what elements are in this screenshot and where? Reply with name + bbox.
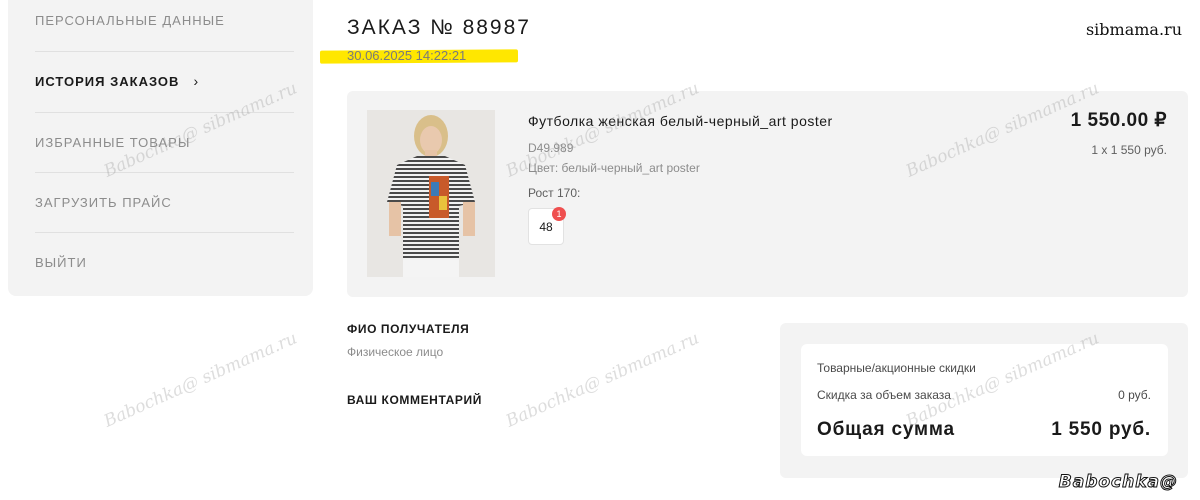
volume-discount-row: Скидка за объем заказа 0 руб.: [817, 388, 1151, 402]
order-title: ЗАКАЗ № 88987: [347, 16, 531, 39]
product-sku: D49.989: [528, 141, 574, 155]
volume-discount-value: 0 руб.: [1118, 388, 1151, 402]
discounts-row: Товарные/акционные скидки: [817, 361, 1151, 375]
total-row: Общая сумма 1 550 руб.: [817, 419, 1151, 441]
sidebar-item-label: ИСТОРИЯ ЗАКАЗОВ: [35, 73, 180, 89]
recipient-value: Физическое лицо: [347, 345, 444, 359]
size-quantity-badge: 1: [552, 207, 566, 221]
sidebar-item-label: ПЕРСОНАЛЬНЫЕ ДАННЫЕ: [35, 12, 225, 28]
sidebar-item-upload-price[interactable]: ЗАГРУЗИТЬ ПРАЙС: [35, 172, 285, 232]
total-value: 1 550 руб.: [1051, 419, 1151, 440]
product-height-label: Рост 170:: [528, 186, 581, 200]
order-summary-card: Товарные/акционные скидки Скидка за объе…: [801, 344, 1168, 456]
size-value: 48: [539, 219, 553, 234]
product-photo-illustration: [367, 110, 495, 277]
sidebar-item-favorites[interactable]: ИЗБРАННЫЕ ТОВАРЫ: [35, 112, 285, 172]
sidebar-item-logout[interactable]: ВЫЙТИ: [35, 232, 285, 292]
sidebar-item-personal-data[interactable]: ПЕРСОНАЛЬНЫЕ ДАННЫЕ: [35, 0, 285, 50]
sidebar-item-label: ЗАГРУЗИТЬ ПРАЙС: [35, 194, 172, 210]
product-color: Цвет: белый-черный_art poster: [528, 161, 700, 175]
site-watermark: sibmama.ru: [1085, 20, 1182, 39]
volume-discount-label: Скидка за объем заказа: [817, 388, 951, 402]
discounts-label: Товарные/акционные скидки: [817, 361, 976, 375]
product-name[interactable]: Футболка женская белый-черный_art poster: [528, 113, 833, 129]
order-date: 30.06.2025 14:22:21: [347, 48, 467, 63]
product-image[interactable]: [367, 110, 495, 277]
sidebar-item-order-history[interactable]: ИСТОРИЯ ЗАКАЗОВ ›: [35, 51, 285, 111]
chevron-right-icon: ›: [193, 73, 200, 89]
product-card: Футболка женская белый-черный_art poster…: [347, 91, 1188, 297]
product-quantity-line: 1 х 1 550 руб.: [1091, 143, 1167, 157]
corner-watermark: Babochka@: [1058, 472, 1178, 493]
recipient-label: ФИО ПОЛУЧАТЕЛЯ: [347, 322, 470, 336]
product-price: 1 550.00 ₽: [1070, 110, 1167, 131]
order-summary: Товарные/акционные скидки Скидка за объе…: [780, 323, 1188, 478]
repeat-watermark: Babochka@ sibmama.ru: [100, 328, 301, 432]
sidebar-item-label: ВЫЙТИ: [35, 254, 87, 270]
repeat-watermark: Babochka@ sibmama.ru: [502, 328, 703, 432]
comment-label: ВАШ КОММЕНТАРИЙ: [347, 393, 482, 407]
account-sidebar: ПЕРСОНАЛЬНЫЕ ДАННЫЕ ИСТОРИЯ ЗАКАЗОВ › ИЗ…: [8, 0, 313, 296]
total-label: Общая сумма: [817, 419, 955, 440]
sidebar-item-label: ИЗБРАННЫЕ ТОВАРЫ: [35, 134, 191, 150]
